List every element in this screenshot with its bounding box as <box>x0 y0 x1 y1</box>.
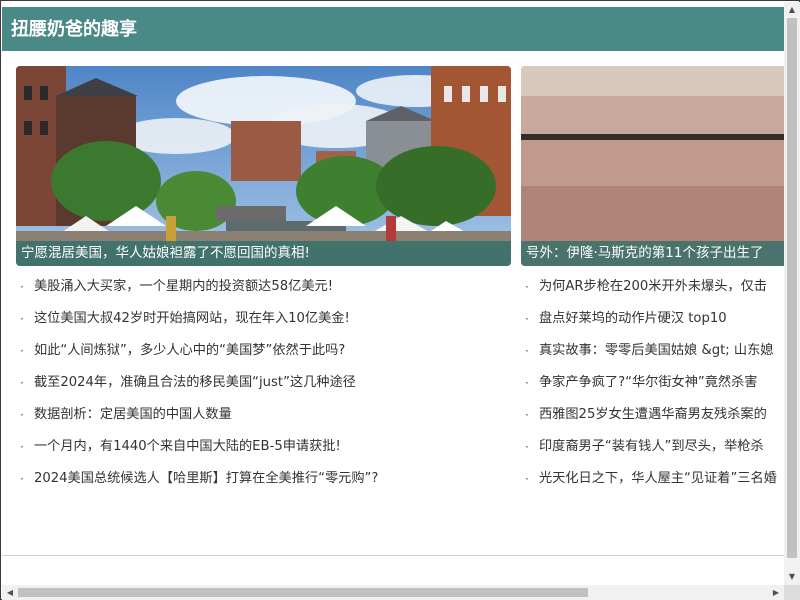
featured-image-closeup <box>521 66 784 266</box>
news-item[interactable]: · 为何AR步枪在200米开外未爆头，仅击 <box>521 276 784 308</box>
featured-card-caption[interactable]: 宁愿混居美国，华人姑娘袒露了不愿回国的真相! <box>16 241 511 266</box>
featured-image-street-festival <box>16 66 511 266</box>
news-item[interactable]: · 印度裔男子“装有钱人”到尽头，举枪杀 <box>521 436 784 468</box>
news-item[interactable]: · 光天化日之下，华人屋主“见证着”三名婚 <box>521 468 784 500</box>
bullet-icon: · <box>20 472 24 486</box>
bullet-icon: · <box>525 280 529 294</box>
news-item[interactable]: · 盘点好莱坞的动作片硬汉 top10 <box>521 308 784 340</box>
news-item-title[interactable]: 印度裔男子“装有钱人”到尽头，举枪杀 <box>539 439 764 454</box>
browser-frame: 扭腰奶爸的趣享 宁愿混居美国，华人姑娘袒露了不愿回国的真相! · 美股涌入大买家… <box>0 0 800 600</box>
news-item[interactable]: · 争家产争疯了?“华尔街女神”竟然杀害 <box>521 372 784 404</box>
scroll-left-arrow-icon[interactable]: ◀ <box>2 585 18 600</box>
news-item-title[interactable]: 盘点好莱坞的动作片硬汉 top10 <box>539 311 727 326</box>
scroll-down-arrow-icon[interactable]: ▼ <box>784 569 800 585</box>
news-item-title[interactable]: 西雅图25岁女生遭遇华裔男友残杀案的 <box>539 407 767 422</box>
article-column-right: 号外：伊隆·马斯克的第11个孩子出生了 · 为何AR步枪在200米开外未爆头，仅击… <box>521 66 784 500</box>
bullet-icon: · <box>525 440 529 454</box>
bullet-icon: · <box>525 472 529 486</box>
scroll-up-arrow-icon[interactable]: ▲ <box>784 2 800 18</box>
featured-card-left[interactable]: 宁愿混居美国，华人姑娘袒露了不愿回国的真相! <box>16 66 511 266</box>
news-list-left: · 美股涌入大买家，一个星期内的投资额达58亿美元! · 这位美国大叔42岁时开始搞… <box>16 276 511 500</box>
bullet-icon: · <box>525 408 529 422</box>
news-item-title[interactable]: 真实故事：零零后美国姑娘 &gt; 山东媳 <box>539 343 773 358</box>
news-item[interactable]: · 西雅图25岁女生遭遇华裔男友残杀案的 <box>521 404 784 436</box>
bullet-icon: · <box>20 280 24 294</box>
horizontal-scroll-thumb[interactable] <box>18 588 588 597</box>
news-item-title[interactable]: 为何AR步枪在200米开外未爆头，仅击 <box>539 279 767 294</box>
news-item[interactable]: · 数据剖析：定居美国的中国人数量 <box>16 404 511 436</box>
news-item[interactable]: · 这位美国大叔42岁时开始搞网站，现在年入10亿美金! <box>16 308 511 340</box>
horizontal-scrollbar[interactable]: ◀ ▶ <box>2 585 784 600</box>
vertical-scrollbar[interactable]: ▲ ▼ <box>784 2 800 585</box>
news-item-title[interactable]: 一个月内，有1440个来自中国大陆的EB-5申请获批! <box>34 439 341 454</box>
bullet-icon: · <box>20 376 24 390</box>
bullet-icon: · <box>525 312 529 326</box>
news-list-right: · 为何AR步枪在200米开外未爆头，仅击 · 盘点好莱坞的动作片硬汉 top10 … <box>521 276 784 500</box>
bullet-icon: · <box>20 344 24 358</box>
bullet-icon: · <box>20 312 24 326</box>
news-item-title[interactable]: 2024美国总统候选人【哈里斯】打算在全美推行“零元购”? <box>34 471 378 486</box>
bullet-icon: · <box>20 408 24 422</box>
bullet-icon: · <box>20 440 24 454</box>
news-item[interactable]: · 截至2024年，准确且合法的移民美国“just”这几种途径 <box>16 372 511 404</box>
article-column-left: 宁愿混居美国，华人姑娘袒露了不愿回国的真相! · 美股涌入大买家，一个星期内的投资… <box>16 66 511 500</box>
news-item[interactable]: · 如此“人间炼狱”，多少人心中的“美国梦”依然于此吗? <box>16 340 511 372</box>
bullet-icon: · <box>525 344 529 358</box>
featured-card-right[interactable]: 号外：伊隆·马斯克的第11个孩子出生了 <box>521 66 784 266</box>
news-item[interactable]: · 2024美国总统候选人【哈里斯】打算在全美推行“零元购”? <box>16 468 511 500</box>
site-header: 扭腰奶爸的趣享 <box>2 7 784 51</box>
bullet-icon: · <box>525 376 529 390</box>
featured-card-caption[interactable]: 号外：伊隆·马斯克的第11个孩子出生了 <box>521 241 784 266</box>
news-item-title[interactable]: 截至2024年，准确且合法的移民美国“just”这几种途径 <box>34 375 356 390</box>
news-item-title[interactable]: 美股涌入大买家，一个星期内的投资额达58亿美元! <box>34 279 333 294</box>
news-item-title[interactable]: 数据剖析：定居美国的中国人数量 <box>34 407 232 422</box>
scroll-right-arrow-icon[interactable]: ▶ <box>768 585 784 600</box>
scrollbar-corner <box>784 585 800 600</box>
news-item-title[interactable]: 这位美国大叔42岁时开始搞网站，现在年入10亿美金! <box>34 311 350 326</box>
news-item[interactable]: · 真实故事：零零后美国姑娘 &gt; 山东媳 <box>521 340 784 372</box>
news-item[interactable]: · 一个月内，有1440个来自中国大陆的EB-5申请获批! <box>16 436 511 468</box>
news-item-title[interactable]: 争家产争疯了?“华尔街女神”竟然杀害 <box>539 375 757 390</box>
footer-divider <box>2 555 784 556</box>
news-item[interactable]: · 美股涌入大买家，一个星期内的投资额达58亿美元! <box>16 276 511 308</box>
main-content: 宁愿混居美国，华人姑娘袒露了不愿回国的真相! · 美股涌入大买家，一个星期内的投资… <box>2 51 784 585</box>
news-item-title[interactable]: 如此“人间炼狱”，多少人心中的“美国梦”依然于此吗? <box>34 343 345 358</box>
article-columns: 宁愿混居美国，华人姑娘袒露了不愿回国的真相! · 美股涌入大买家，一个星期内的投资… <box>16 66 784 585</box>
vertical-scroll-thumb[interactable] <box>787 18 797 558</box>
site-title[interactable]: 扭腰奶爸的趣享 <box>11 19 137 41</box>
news-item-title[interactable]: 光天化日之下，华人屋主“见证着”三名婚 <box>539 471 777 486</box>
